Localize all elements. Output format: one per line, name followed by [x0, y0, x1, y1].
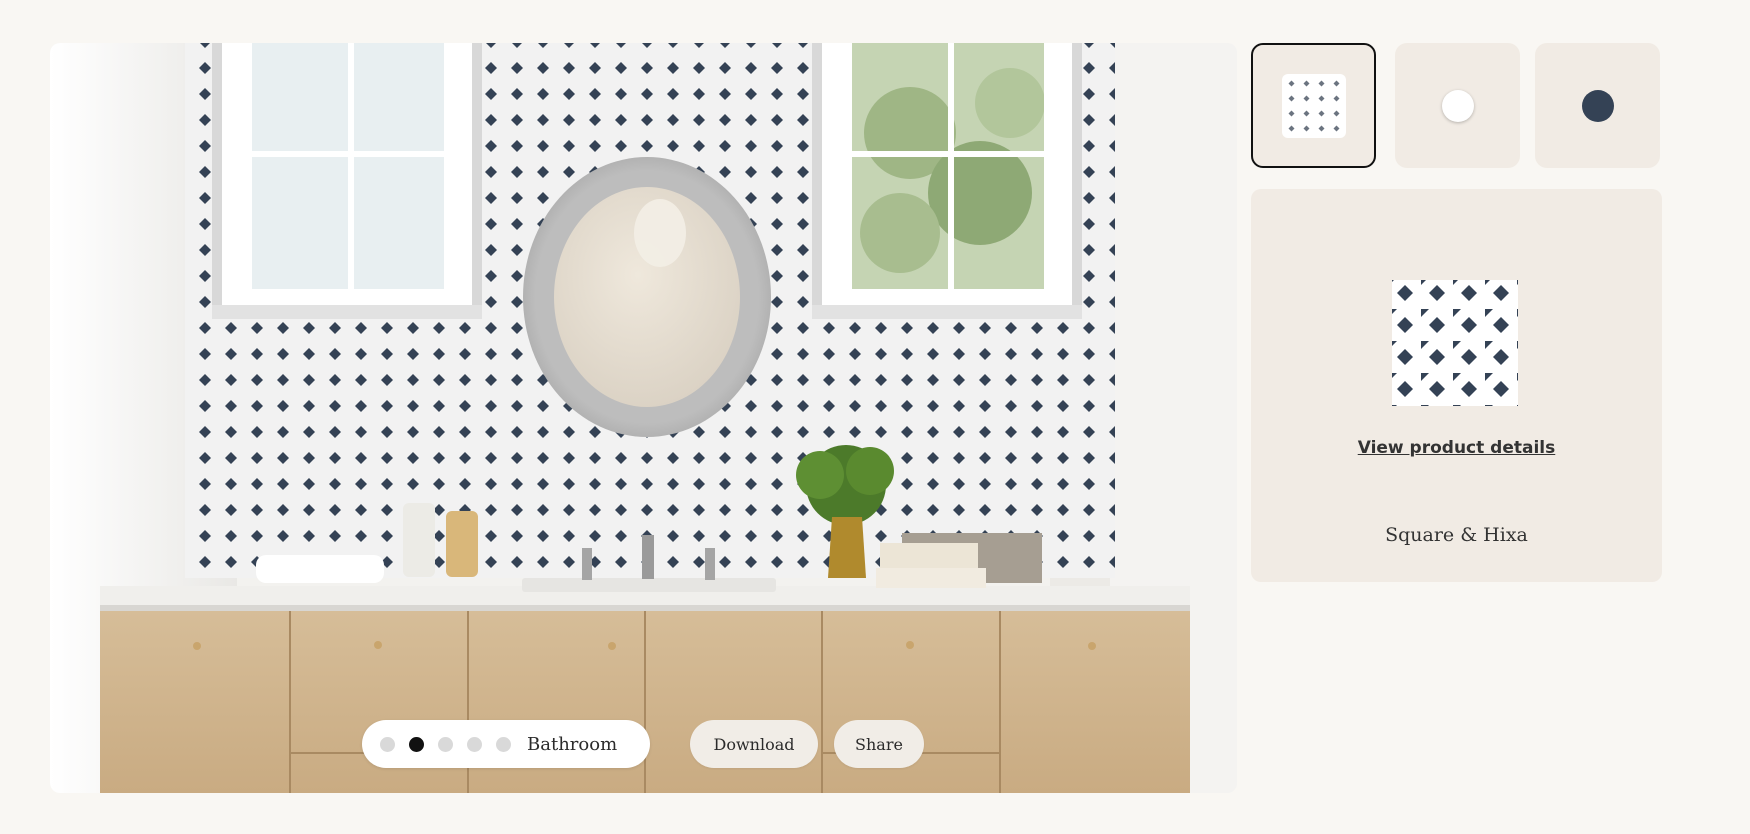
- room-preview: Bathroom Download Share: [50, 43, 1237, 793]
- navy-color-icon: [1581, 89, 1614, 122]
- room-selector: Bathroom: [362, 720, 650, 768]
- swatch-white[interactable]: [1395, 43, 1520, 168]
- room-dot-3[interactable]: [438, 736, 453, 752]
- tile-pattern-preview: [1392, 280, 1518, 406]
- room-dot-2-active[interactable]: [409, 736, 424, 752]
- product-detail-card: View product details Square & Hixa: [1251, 189, 1662, 582]
- download-button[interactable]: Download: [690, 720, 818, 768]
- bathroom-scene-image: [50, 43, 1237, 793]
- white-color-icon: [1441, 89, 1474, 122]
- room-dot-4[interactable]: [467, 736, 482, 752]
- swatch-navy[interactable]: [1535, 43, 1660, 168]
- pattern-swatch-icon: [1281, 73, 1346, 138]
- room-label: Bathroom: [527, 733, 618, 755]
- view-product-details-link[interactable]: View product details: [1251, 438, 1662, 458]
- room-dot-5[interactable]: [496, 736, 511, 752]
- product-name: Square & Hixa: [1385, 524, 1528, 546]
- share-button[interactable]: Share: [834, 720, 924, 768]
- swatch-pattern-selected[interactable]: [1251, 43, 1376, 168]
- room-dot-1[interactable]: [380, 736, 395, 752]
